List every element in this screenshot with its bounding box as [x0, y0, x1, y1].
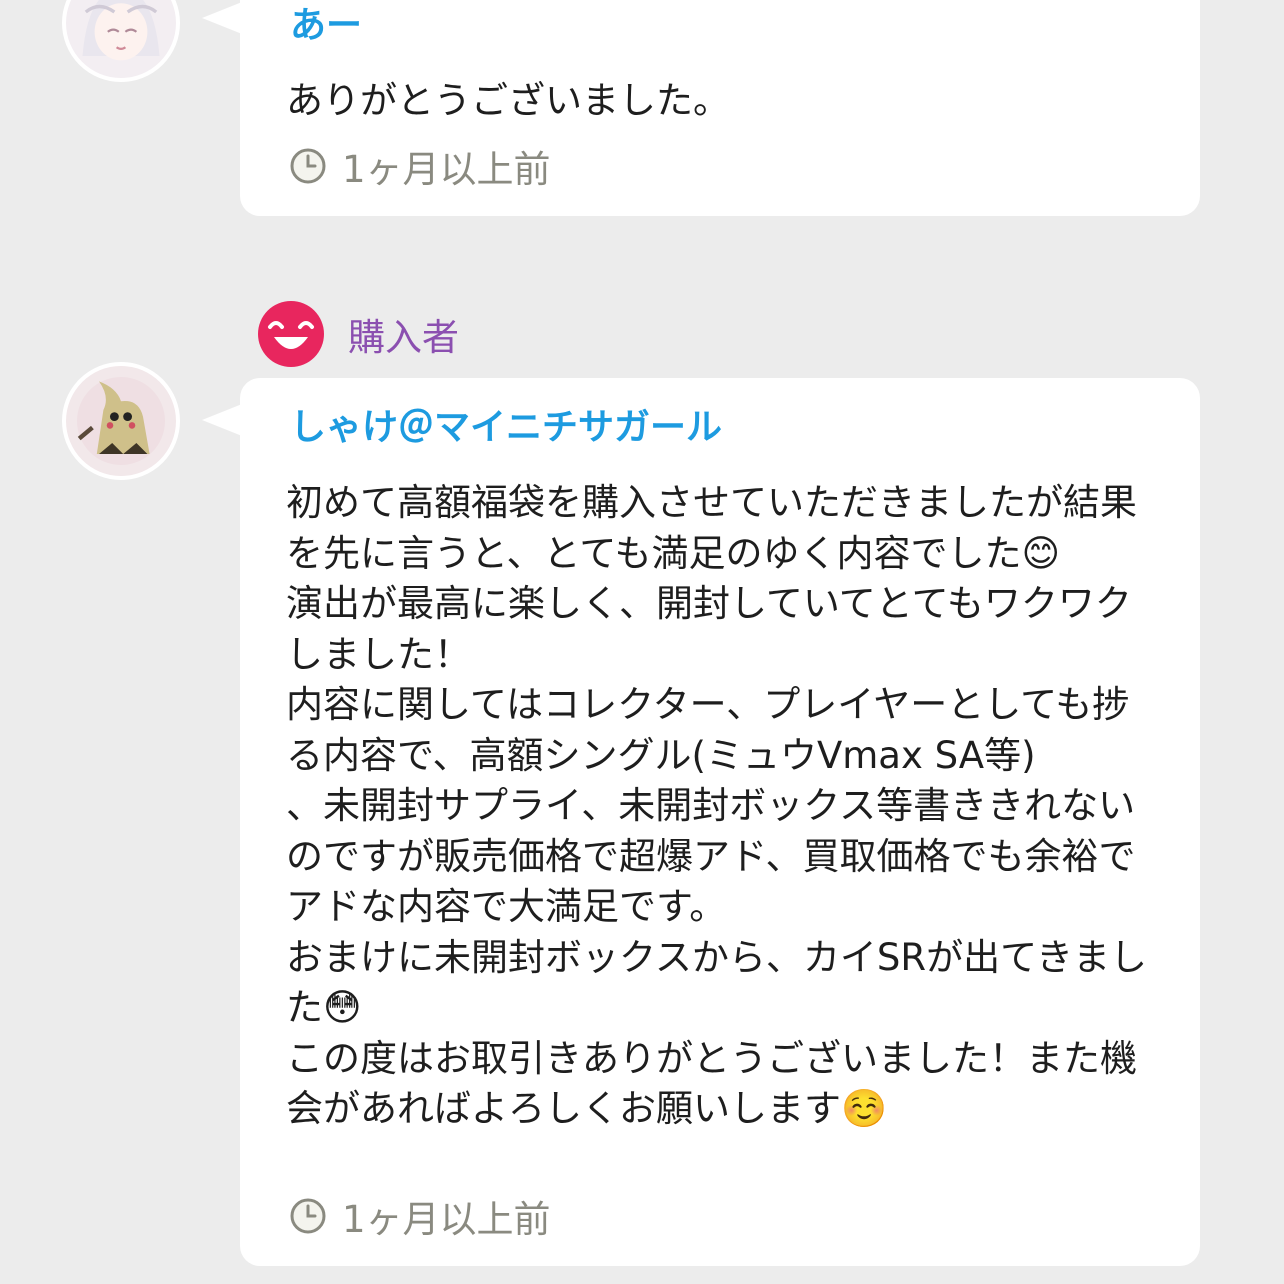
avatar-icon[interactable]	[62, 0, 180, 82]
avatar-icon[interactable]	[62, 362, 180, 480]
comment-time: 1ヶ月以上前	[342, 1198, 551, 1241]
clock-icon	[290, 1198, 326, 1234]
comment-author[interactable]: しゃけ＠マイニチサガール	[290, 406, 722, 450]
comment-meta: 1ヶ月以上前	[288, 144, 551, 191]
comment-text: ありがとうございました。	[286, 79, 730, 122]
comment-time: 1ヶ月以上前	[342, 148, 551, 191]
comment-author[interactable]: あー	[290, 4, 362, 48]
clock-icon	[290, 148, 326, 184]
buyer-label: 購入者	[348, 316, 459, 359]
comment-text: 初めて高額福袋を購入させていただきましたが結果を先に言うと、とても満足のゆく内容…	[286, 481, 1147, 1130]
comment-meta: 1ヶ月以上前	[288, 1194, 551, 1241]
comment-bubble: しゃけ＠マイニチサガール 初めて高額福袋を購入させていただきましたが結果を先に言…	[202, 378, 1200, 1266]
smile-face-icon	[258, 301, 324, 367]
comments-screen: あー ありがとうございました。 1ヶ月以上前 購入者 しゃけ＠マイニチサガール …	[0, 0, 1284, 1284]
comment-bubble: あー ありがとうございました。 1ヶ月以上前	[202, 0, 1200, 216]
buyer-badge: 購入者	[258, 301, 459, 367]
